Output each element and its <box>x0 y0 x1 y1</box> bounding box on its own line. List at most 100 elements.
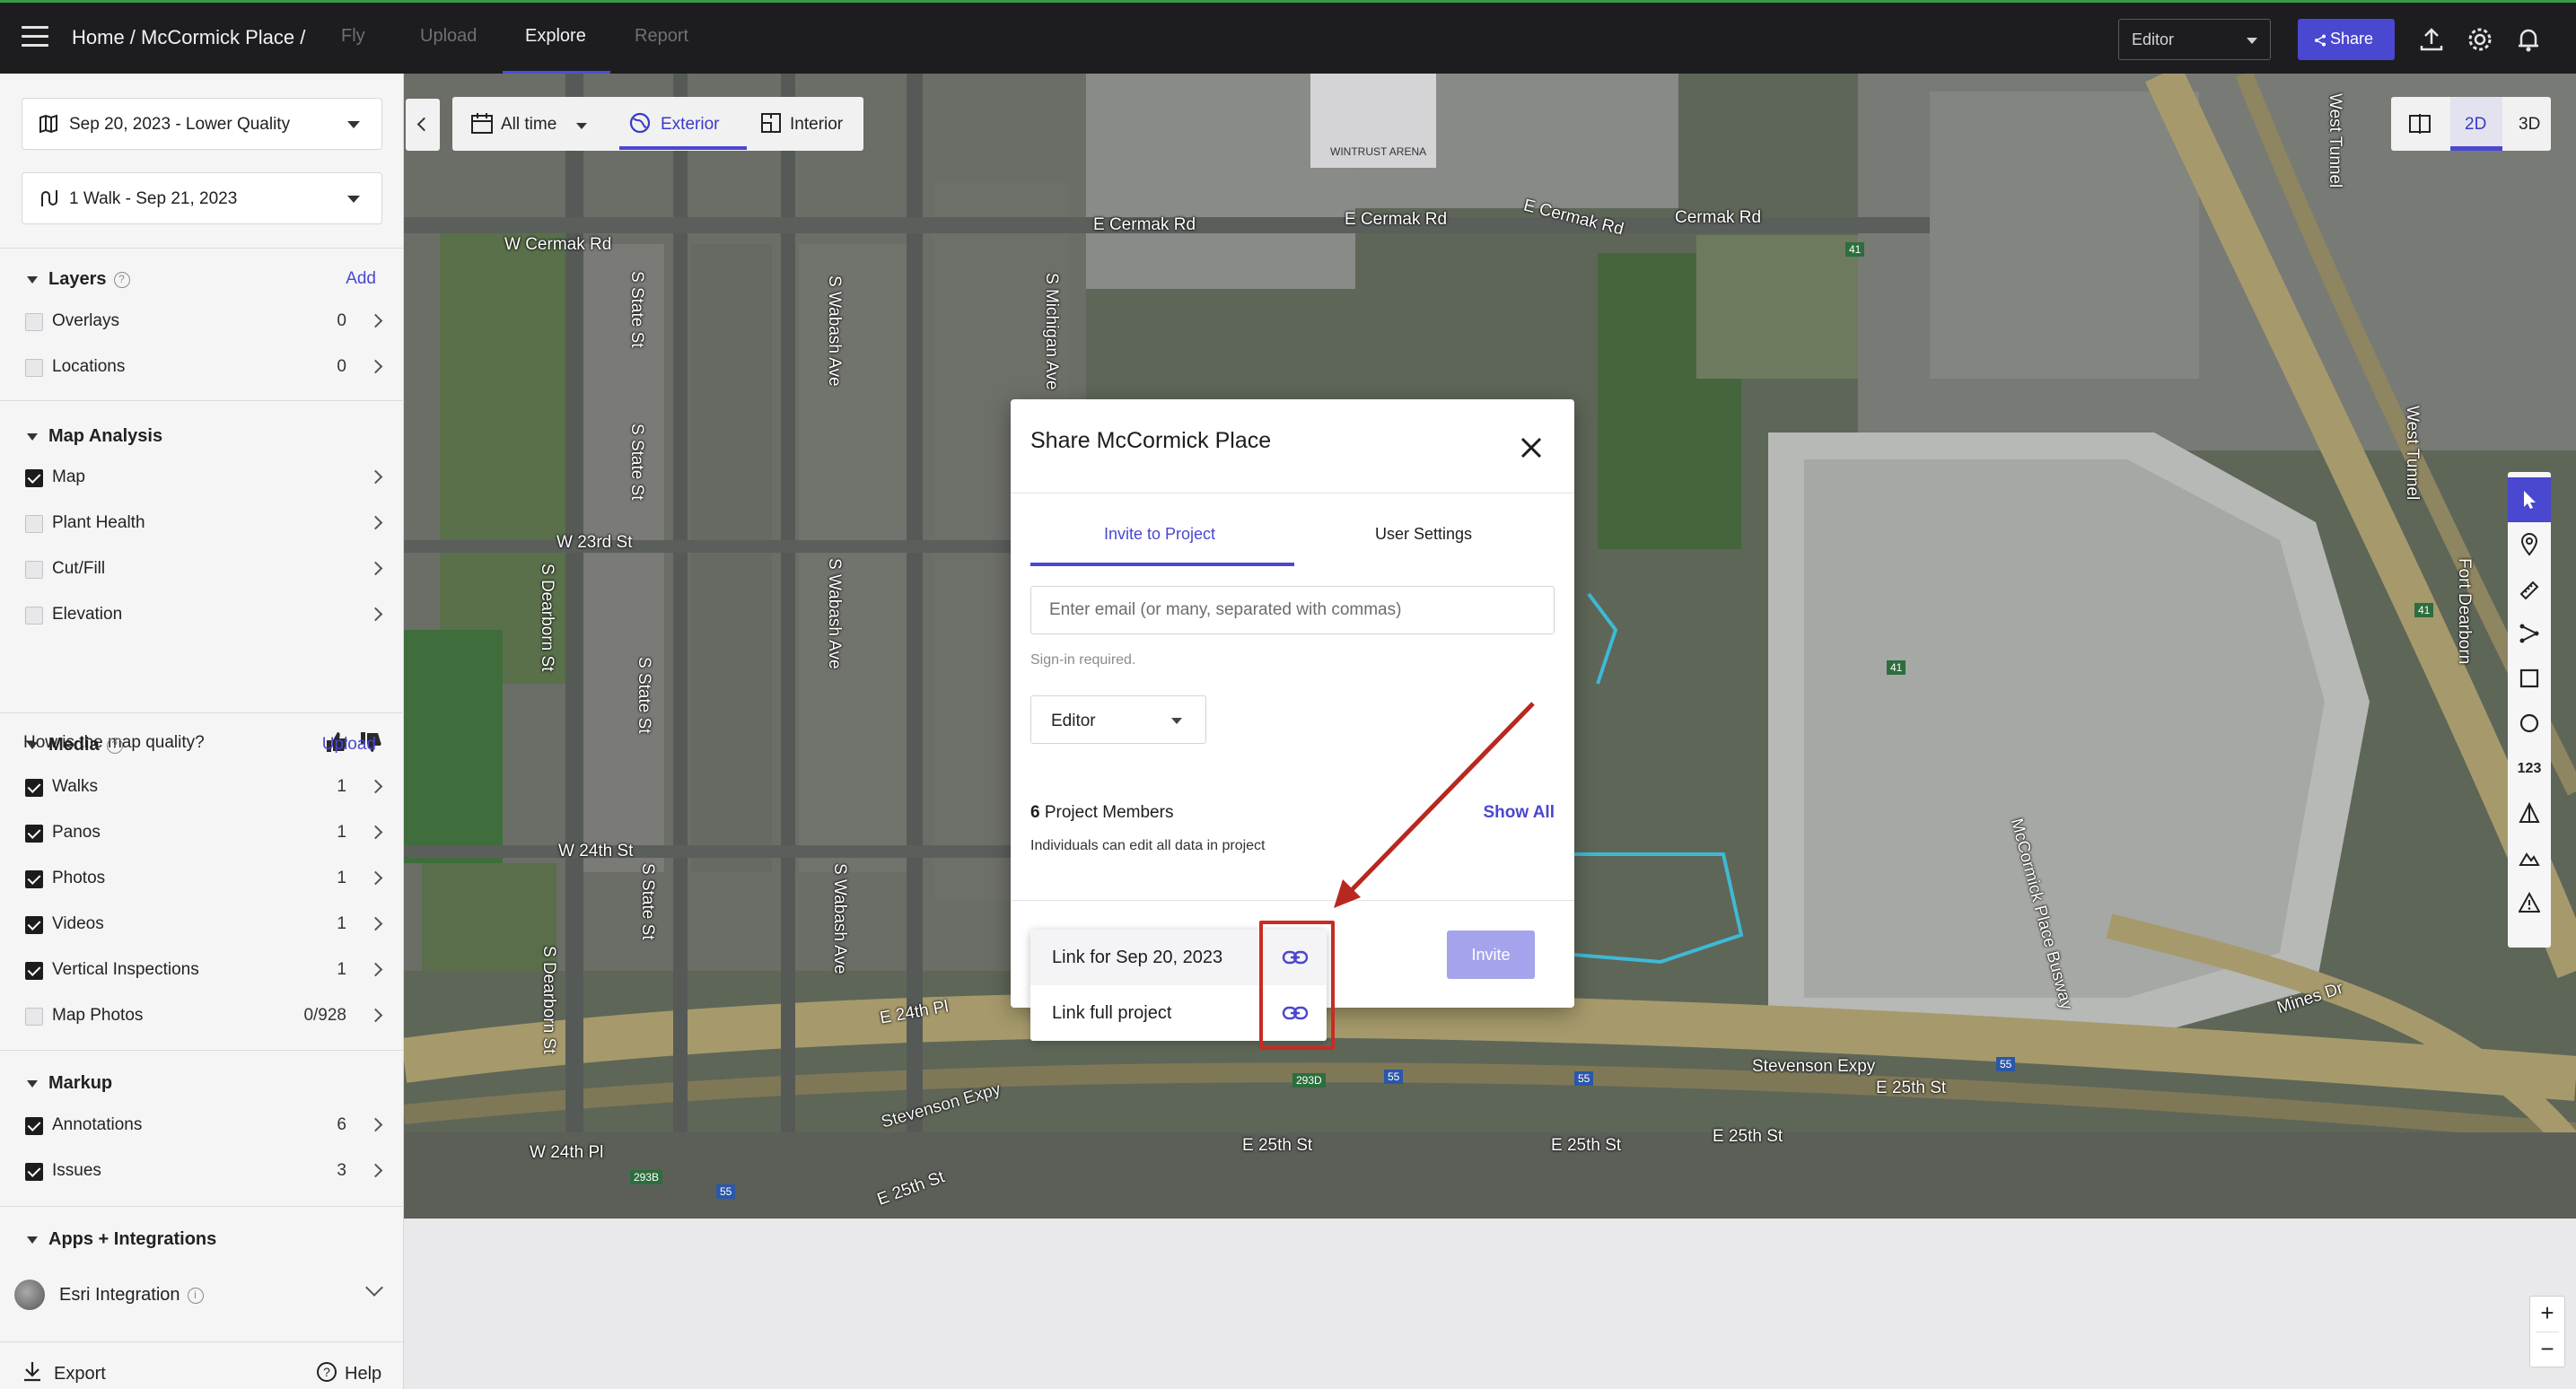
pin-tool[interactable] <box>2508 522 2551 567</box>
link-item-label: Link for Sep 20, 2023 <box>1052 948 1223 967</box>
markup-row-annotations[interactable]: Annotations 6 <box>25 1113 384 1140</box>
rectangle-tool[interactable] <box>2508 657 2551 702</box>
tab-fly[interactable]: Fly <box>341 26 365 47</box>
upload-icon[interactable] <box>2416 24 2447 55</box>
export-button[interactable]: Export <box>22 1362 106 1385</box>
chevron-right-icon[interactable] <box>368 561 383 576</box>
gear-icon[interactable] <box>2465 24 2495 55</box>
help-button[interactable]: ? Help <box>316 1362 381 1385</box>
checkbox[interactable] <box>25 515 43 533</box>
time-filter-button[interactable]: All time <box>501 115 556 135</box>
chevron-right-icon[interactable] <box>368 1117 383 1132</box>
checkbox[interactable] <box>25 1163 43 1181</box>
zoom-in-button[interactable]: + <box>2530 1297 2564 1331</box>
chevron-down-icon[interactable] <box>576 123 587 129</box>
chevron-right-icon[interactable] <box>368 607 383 622</box>
media-row-vertical-inspections[interactable]: Vertical Inspections 1 <box>25 957 384 984</box>
tab-invite-to-project[interactable]: Invite to Project <box>1104 525 1215 544</box>
divider <box>0 248 404 249</box>
apps-section-toggle[interactable]: Apps + Integrations <box>25 1229 216 1250</box>
tab-user-settings[interactable]: User Settings <box>1375 525 1472 544</box>
checkbox[interactable] <box>25 779 43 797</box>
polyline-tool[interactable] <box>2508 612 2551 657</box>
select-tool[interactable] <box>2508 477 2551 522</box>
analysis-row-map[interactable]: Map <box>25 465 384 492</box>
invite-role-select[interactable]: Editor <box>1030 695 1206 744</box>
walk-select[interactable]: 1 Walk - Sep 21, 2023 <box>22 172 382 224</box>
measure-tool[interactable] <box>2508 567 2551 612</box>
info-icon[interactable]: i <box>187 1288 204 1304</box>
compare-icon[interactable] <box>2407 111 2432 136</box>
help-icon[interactable]: ? <box>113 272 130 288</box>
layer-row-overlays[interactable]: Overlays 0 <box>25 309 384 336</box>
chevron-right-icon[interactable] <box>368 962 383 977</box>
view-2d-button[interactable]: 2D <box>2465 115 2486 135</box>
zoom-out-button[interactable]: − <box>2530 1332 2564 1367</box>
bell-icon[interactable] <box>2513 24 2544 55</box>
help-icon[interactable]: ? <box>106 738 123 754</box>
svg-text:?: ? <box>323 1365 330 1379</box>
chevron-right-icon[interactable] <box>368 870 383 886</box>
role-select[interactable]: Editor <box>2118 19 2271 60</box>
chevron-right-icon[interactable] <box>368 313 383 328</box>
checkbox[interactable] <box>25 1008 43 1026</box>
menu-icon[interactable] <box>22 26 48 48</box>
close-icon[interactable] <box>1519 435 1544 460</box>
media-row-walks[interactable]: Walks 1 <box>25 774 384 801</box>
chevron-right-icon[interactable] <box>368 779 383 794</box>
esri-integration-toggle[interactable]: Esri Integration i <box>59 1285 204 1306</box>
chevron-right-icon[interactable] <box>368 1163 383 1178</box>
issue-tool[interactable] <box>2508 881 2551 926</box>
layers-add-link[interactable]: Add <box>346 269 376 289</box>
checkbox[interactable] <box>25 469 43 487</box>
breadcrumb[interactable]: Home / McCormick Place / <box>72 26 305 49</box>
media-row-panos[interactable]: Panos 1 <box>25 820 384 847</box>
checkbox[interactable] <box>25 962 43 980</box>
chevron-right-icon[interactable] <box>368 359 383 374</box>
layers-section-toggle[interactable]: Layers? <box>25 269 130 290</box>
chevron-right-icon[interactable] <box>368 515 383 530</box>
checkbox[interactable] <box>25 313 43 331</box>
show-all-link[interactable]: Show All <box>1483 803 1555 823</box>
checkbox[interactable] <box>25 825 43 843</box>
layer-row-locations[interactable]: Locations 0 <box>25 354 384 381</box>
interior-tab[interactable]: Interior <box>790 115 843 135</box>
tab-explore[interactable]: Explore <box>525 26 586 47</box>
view-3d-button[interactable]: 3D <box>2519 115 2540 135</box>
chevron-right-icon[interactable] <box>368 916 383 931</box>
chevron-right-icon[interactable] <box>368 469 383 485</box>
elevation-tool[interactable] <box>2508 836 2551 881</box>
chevron-right-icon[interactable] <box>368 1008 383 1023</box>
media-upload-link[interactable]: Upload <box>322 735 376 755</box>
tab-report[interactable]: Report <box>635 26 688 47</box>
media-row-map-photos[interactable]: Map Photos 0/928 <box>25 1003 384 1030</box>
markup-row-issues[interactable]: Issues 3 <box>25 1158 384 1185</box>
media-row-videos[interactable]: Videos 1 <box>25 912 384 939</box>
checkbox[interactable] <box>25 561 43 579</box>
email-input[interactable] <box>1030 586 1555 634</box>
collapse-sidebar-button[interactable] <box>406 99 440 151</box>
circle-tool[interactable] <box>2508 702 2551 747</box>
row-count: 0 <box>337 357 346 376</box>
map-analysis-section-toggle[interactable]: Map Analysis <box>25 426 162 447</box>
chevron-right-icon[interactable] <box>368 825 383 840</box>
count-tool[interactable]: 123 <box>2508 761 2551 777</box>
media-section-toggle[interactable]: Media? <box>25 735 123 756</box>
markup-section-toggle[interactable]: Markup <box>25 1073 112 1094</box>
analysis-row-elevation[interactable]: Elevation <box>25 602 384 629</box>
media-row-photos[interactable]: Photos 1 <box>25 866 384 893</box>
checkbox[interactable] <box>25 870 43 888</box>
checkbox[interactable] <box>25 359 43 377</box>
share-button[interactable]: Share <box>2298 19 2395 60</box>
volume-tool[interactable] <box>2508 791 2551 836</box>
chevron-down-icon <box>2247 38 2257 44</box>
checkbox[interactable] <box>25 607 43 625</box>
analysis-row-cut-fill[interactable]: Cut/Fill <box>25 556 384 583</box>
exterior-tab[interactable]: Exterior <box>661 115 719 135</box>
checkbox[interactable] <box>25 1117 43 1135</box>
tab-upload[interactable]: Upload <box>420 26 477 47</box>
checkbox[interactable] <box>25 916 43 934</box>
invite-button[interactable]: Invite <box>1447 930 1535 979</box>
analysis-row-plant-health[interactable]: Plant Health <box>25 511 384 537</box>
capture-select[interactable]: Sep 20, 2023 - Lower Quality <box>22 98 382 150</box>
